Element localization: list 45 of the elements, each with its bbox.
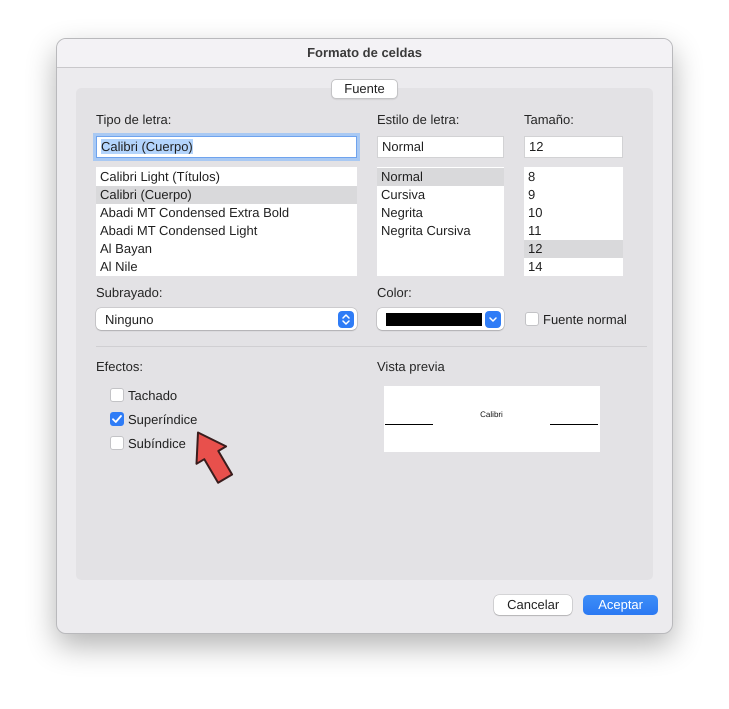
size-list-item[interactable]: 9 xyxy=(524,186,623,204)
font-list-item[interactable]: Calibri Light (Títulos) xyxy=(96,168,357,186)
size-list-item[interactable]: 14 xyxy=(524,258,623,276)
font-list-item[interactable]: Al Bayan xyxy=(96,240,357,258)
checkbox-label: Subíndice xyxy=(128,436,186,450)
style-list-item[interactable]: Normal xyxy=(377,168,504,186)
style-list-item[interactable]: Negrita Cursiva xyxy=(377,222,504,240)
color-label: Color: xyxy=(377,285,413,301)
accept-button[interactable]: Aceptar xyxy=(583,595,658,615)
preview-label: Vista previa xyxy=(377,359,446,375)
size-list-item[interactable]: 8 xyxy=(524,168,623,186)
style-label: Estilo de letra: xyxy=(377,112,460,128)
font-name-field[interactable]: Calibri (Cuerpo) xyxy=(96,136,357,158)
checkbox-label: Fuente normal xyxy=(543,312,627,326)
font-list-item[interactable]: Al Nile xyxy=(96,258,357,276)
chevron-down-icon xyxy=(485,310,501,328)
annotation-arrow-icon xyxy=(195,431,234,484)
style-list-item[interactable]: Cursiva xyxy=(377,186,504,204)
checkbox-label: Tachado xyxy=(128,388,178,402)
stepper-icon xyxy=(338,310,354,328)
checkmark-icon xyxy=(112,415,122,423)
size-list-item[interactable]: 10 xyxy=(524,204,623,222)
font-list-item[interactable]: Abadi MT Condensed Light xyxy=(96,222,357,240)
font-list-item[interactable]: Calibri (Cuerpo) xyxy=(96,186,357,204)
preview-text: Calibri xyxy=(480,410,503,418)
checkbox-label: Superíndice xyxy=(128,412,198,426)
window-title: Formato de celdas xyxy=(307,45,422,60)
size-label: Tamaño: xyxy=(524,112,575,128)
font-tab[interactable]: Fuente xyxy=(331,79,398,99)
font-size-field[interactable]: 12 xyxy=(524,136,623,158)
style-list-item[interactable]: Negrita xyxy=(377,204,504,222)
font-style-field[interactable]: Normal xyxy=(377,136,504,158)
font-list-item[interactable]: Abadi MT Condensed Extra Bold xyxy=(96,204,357,222)
underline-dropdown[interactable]: Ninguno xyxy=(96,308,357,330)
checkbox[interactable] xyxy=(110,412,124,426)
color-dropdown[interactable] xyxy=(377,308,504,330)
effects-label: Efectos: xyxy=(96,359,144,375)
size-list-item[interactable]: 11 xyxy=(524,222,623,240)
cancel-button[interactable]: Cancelar xyxy=(494,595,572,615)
size-list-item[interactable]: 12 xyxy=(524,240,623,258)
underline-label: Subrayado: xyxy=(96,285,164,301)
checkbox[interactable] xyxy=(525,312,539,326)
font-label: Tipo de letra: xyxy=(96,112,172,128)
checkbox[interactable] xyxy=(110,388,124,402)
checkbox[interactable] xyxy=(110,436,124,450)
